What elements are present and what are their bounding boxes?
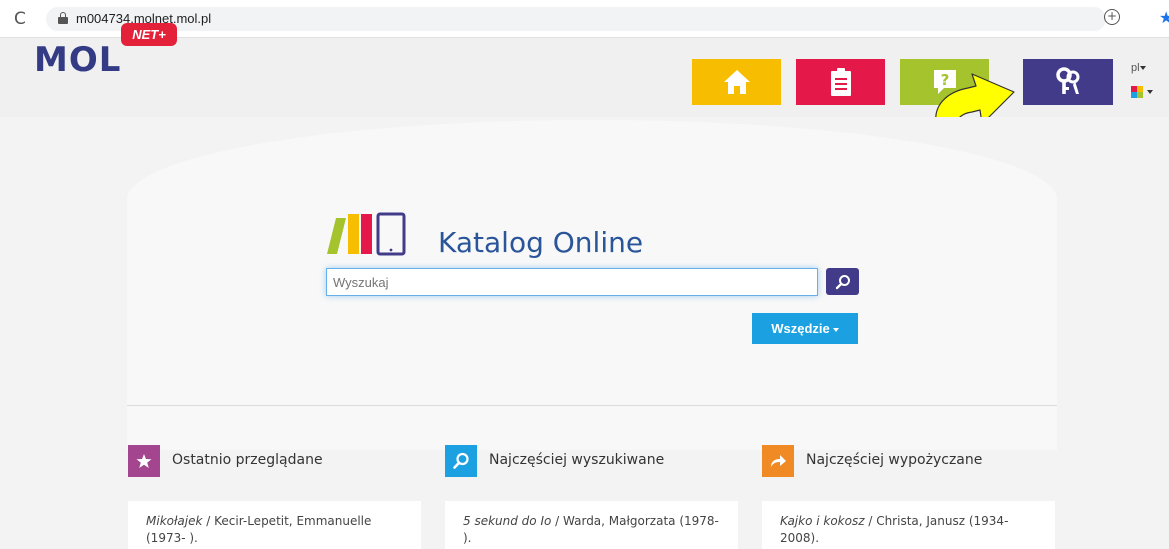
most-searched-icon-box bbox=[445, 445, 477, 477]
chevron-down-icon bbox=[1147, 90, 1153, 94]
bookmark-star-icon[interactable]: ★ bbox=[1159, 8, 1169, 27]
list-item[interactable]: 5 sekund do Io / Warda, Małgorzata (1978… bbox=[445, 501, 738, 549]
search-input[interactable] bbox=[326, 268, 818, 296]
language-label: pl bbox=[1131, 62, 1140, 74]
section-title-recently-viewed: Ostatnio przeglądane bbox=[172, 452, 323, 468]
list-item[interactable]: Kajko i kokosz / Christa, Janusz (1934-2… bbox=[762, 501, 1055, 549]
color-squares-icon bbox=[1131, 86, 1143, 98]
lock-icon[interactable] bbox=[58, 12, 68, 24]
item-title[interactable]: 5 sekund do Io bbox=[463, 514, 551, 528]
chevron-down-icon bbox=[1139, 66, 1146, 71]
item-title[interactable]: Mikołajek bbox=[146, 514, 202, 528]
scope-dropdown-button[interactable]: Wszędzie bbox=[752, 313, 858, 344]
net-plus-badge: NET+ bbox=[121, 23, 177, 46]
search-button[interactable] bbox=[826, 268, 859, 295]
mol-logo[interactable]: MOL bbox=[34, 40, 121, 80]
address-bar[interactable]: m004734.molnet.mol.pl bbox=[46, 7, 1106, 31]
home-button[interactable] bbox=[692, 59, 781, 105]
share-arrow-icon bbox=[771, 455, 786, 467]
reload-icon[interactable]: C bbox=[14, 9, 26, 29]
search-icon bbox=[835, 275, 850, 290]
documents-button[interactable] bbox=[796, 59, 885, 105]
star-icon bbox=[136, 454, 152, 468]
recently-viewed-icon-box bbox=[128, 445, 160, 477]
chevron-down-icon bbox=[832, 327, 839, 332]
search-icon bbox=[453, 452, 469, 469]
catalog-title: Katalog Online bbox=[438, 226, 644, 259]
keys-icon bbox=[1056, 67, 1080, 94]
login-button[interactable] bbox=[1023, 59, 1113, 105]
home-icon bbox=[723, 70, 750, 94]
list-item[interactable]: Mikołajek / Kecir-Lepetit, Emmanuelle (1… bbox=[128, 501, 421, 549]
catalog-books-icon bbox=[327, 212, 406, 256]
most-borrowed-icon-box bbox=[762, 445, 794, 477]
section-title-most-searched: Najczęściej wyszukiwane bbox=[489, 452, 665, 468]
theme-selector[interactable] bbox=[1131, 86, 1161, 100]
clipboard-icon bbox=[830, 68, 851, 96]
scope-label: Wszędzie bbox=[771, 321, 830, 336]
section-title-most-borrowed: Najczęściej wypożyczane bbox=[806, 452, 983, 468]
language-selector[interactable]: pl bbox=[1131, 62, 1146, 74]
item-title[interactable]: Kajko i kokosz bbox=[780, 514, 865, 528]
zoom-icon[interactable]: + bbox=[1104, 9, 1120, 25]
divider bbox=[127, 405, 1057, 406]
